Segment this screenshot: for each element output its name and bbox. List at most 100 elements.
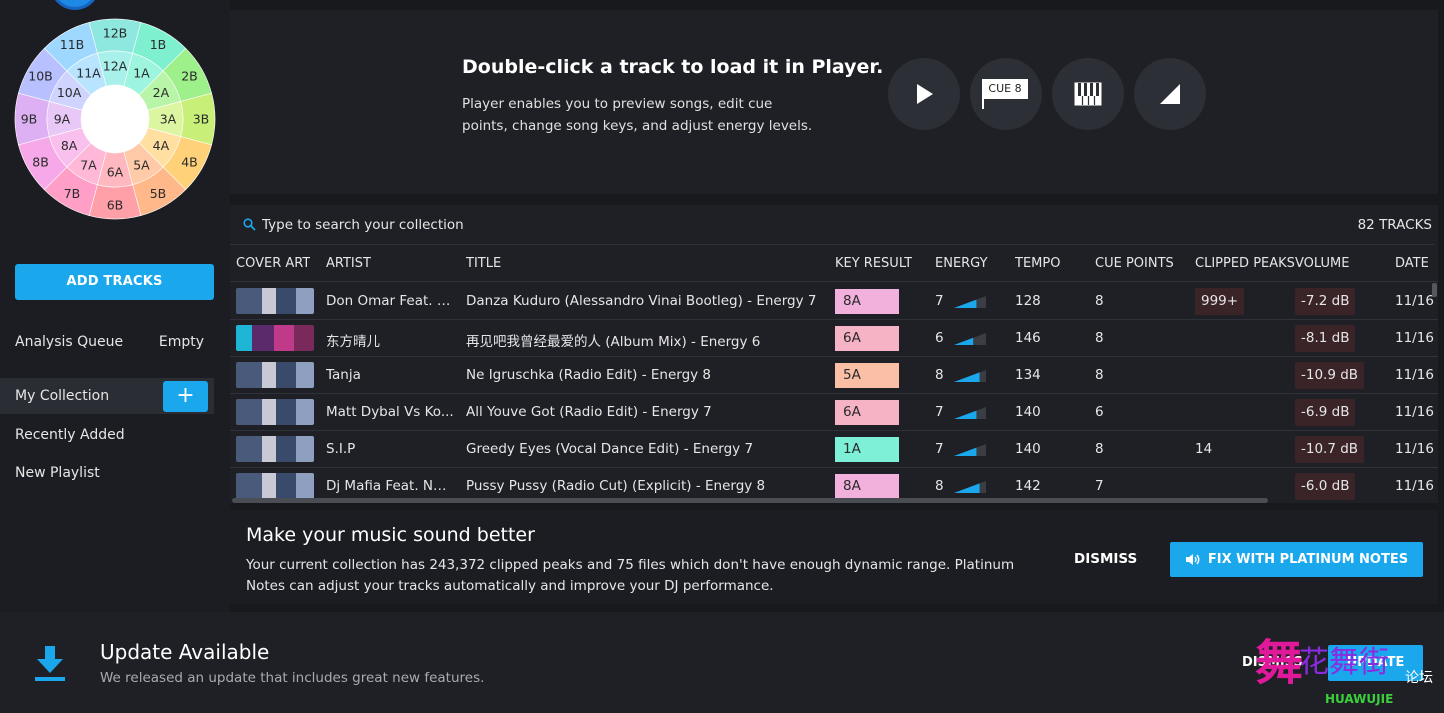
player-panel: Double-click a track to load it in Playe… (230, 10, 1438, 194)
camelot-key-10a[interactable]: 10A (57, 85, 82, 100)
cover-art (236, 436, 314, 462)
camelot-key-5a[interactable]: 5A (133, 157, 150, 172)
energy-value: 8 (935, 478, 944, 494)
energy-meter-icon (954, 296, 986, 308)
track-title: Pussy Pussy (Radio Cut) (Explicit) - Ene… (466, 478, 766, 494)
energy-meter-icon (954, 481, 986, 493)
vertical-scrollbar[interactable] (1432, 283, 1437, 297)
camelot-key-3b[interactable]: 3B (193, 112, 210, 127)
volume-value: -7.2 dB (1295, 288, 1356, 315)
camelot-key-5b[interactable]: 5B (150, 186, 167, 201)
sidebar-item-my-collection[interactable]: My Collection + (0, 378, 214, 414)
table-row[interactable]: Tanja Ne Igruschka (Radio Edit) - Energy… (230, 357, 1438, 394)
cue-points-value: 8 (1095, 441, 1104, 457)
fix-with-platinum-notes-button[interactable]: FIX WITH PLATINUM NOTES (1170, 542, 1423, 577)
cover-art (236, 473, 314, 499)
promo-dismiss-button[interactable]: DISMISS (1074, 551, 1137, 567)
track-title: Greedy Eyes (Vocal Dance Edit) - Energy … (466, 441, 754, 457)
camelot-key-1b[interactable]: 1B (150, 37, 167, 52)
column-header-energy[interactable]: ENERGY (935, 256, 988, 271)
add-playlist-button[interactable]: + (163, 381, 208, 412)
key-badge: 1A (835, 437, 899, 462)
column-header-artist[interactable]: ARTIST (326, 256, 371, 271)
camelot-key-8b[interactable]: 8B (32, 155, 49, 170)
camelot-key-4a[interactable]: 4A (153, 138, 170, 153)
volume-value: -8.1 dB (1295, 325, 1356, 352)
key-badge: 5A (835, 363, 899, 388)
camelot-key-11b[interactable]: 11B (60, 37, 84, 52)
column-header-cue-points[interactable]: CUE POINTS (1095, 256, 1174, 271)
table-row[interactable]: Don Omar Feat. L... Danza Kuduro (Alessa… (230, 283, 1438, 320)
camelot-key-9a[interactable]: 9A (54, 112, 71, 127)
energy-meter-icon (954, 444, 986, 456)
track-artist: Matt Dybal Vs Ko... (326, 404, 454, 420)
camelot-wheel-graphic[interactable]: 12B 12A 1B1A 2B 2A 3B 3A 4B 4A 5B5A 6B 6A 7B 7A 8B 8A 9B… (14, 18, 216, 220)
camelot-wheel[interactable]: 12B 12A 1B 1A 2B 2A 3B 3A 4B 4A 5B 5A 6B 6A 7B 7A 8B 8A 9B… (14, 18, 216, 220)
energy-value: 6 (935, 330, 944, 346)
column-header-cover-art[interactable]: COVER ART (236, 256, 310, 271)
date-value: 11/16 (1395, 441, 1434, 457)
camelot-key-1a[interactable]: 1A (133, 66, 150, 81)
key-button[interactable] (1052, 58, 1124, 130)
camelot-key-8a[interactable]: 8A (61, 138, 78, 153)
tempo-value: 140 (1015, 441, 1041, 457)
player-description: Player enables you to preview songs, edi… (462, 96, 813, 134)
track-title: 再见吧我曾经最爱的人 (Album Mix) - Energy 6 (466, 334, 761, 350)
camelot-key-12a[interactable]: 12A (103, 59, 128, 74)
key-badge: 8A (835, 289, 899, 314)
table-row[interactable]: 东方晴儿 再见吧我曾经最爱的人 (Album Mix) - Energy 6 6… (230, 320, 1438, 357)
column-header-tempo[interactable]: TEMPO (1015, 256, 1060, 271)
table-row[interactable]: S.I.P Greedy Eyes (Vocal Dance Edit) - E… (230, 431, 1438, 468)
search-bar: 82 TRACKS (230, 205, 1434, 245)
camelot-key-2b[interactable]: 2B (181, 69, 198, 84)
clipped-peaks-value: 14 (1195, 441, 1213, 457)
camelot-key-7b[interactable]: 7B (64, 186, 81, 201)
clipped-peaks-badge: 999+ (1195, 288, 1245, 315)
update-dismiss-button[interactable]: DISMISS (1242, 655, 1303, 670)
sidebar-item-recently-added[interactable]: Recently Added (0, 417, 214, 453)
sidebar-item-label: Recently Added (15, 427, 125, 443)
analysis-queue-row[interactable]: Analysis Queue Empty (0, 324, 214, 360)
volume-value: -6.0 dB (1295, 473, 1356, 500)
update-bar: Update Available We released an update t… (0, 612, 1444, 713)
camelot-key-2a[interactable]: 2A (153, 85, 170, 100)
track-artist: 东方晴儿 (326, 334, 380, 350)
play-button[interactable] (888, 58, 960, 130)
promo-body: Your current collection has 243,372 clip… (246, 557, 1015, 594)
cover-art (236, 288, 314, 314)
column-header-date[interactable]: DATE (1395, 256, 1429, 271)
camelot-key-10b[interactable]: 10B (28, 69, 52, 84)
sidebar-item-new-playlist[interactable]: New Playlist (0, 455, 214, 491)
tempo-value: 142 (1015, 478, 1041, 494)
camelot-key-6b[interactable]: 6B (107, 198, 124, 213)
energy-meter-icon (954, 370, 986, 382)
column-header-key-result[interactable]: KEY RESULT (835, 256, 912, 271)
camelot-key-6a[interactable]: 6A (107, 165, 124, 180)
svg-text:HUAWUJIE: HUAWUJIE (1325, 692, 1393, 706)
tempo-value: 128 (1015, 293, 1041, 309)
horizontal-scrollbar[interactable] (232, 498, 1268, 503)
analysis-queue-status: Empty (158, 334, 204, 350)
track-artist: Don Omar Feat. L... (326, 293, 454, 309)
column-header-title[interactable]: TITLE (466, 256, 501, 271)
camelot-key-3a[interactable]: 3A (160, 112, 177, 127)
column-header-volume[interactable]: VOLUME (1295, 256, 1349, 271)
speaker-icon (1185, 554, 1200, 565)
camelot-key-12b[interactable]: 12B (103, 26, 127, 41)
camelot-key-11a[interactable]: 11A (76, 66, 101, 81)
camelot-key-9b[interactable]: 9B (21, 112, 38, 127)
tempo-value: 146 (1015, 330, 1041, 346)
energy-value: 7 (935, 293, 944, 309)
update-button[interactable]: UPDATE (1328, 645, 1423, 681)
add-tracks-button[interactable]: ADD TRACKS (15, 264, 214, 300)
camelot-key-7a[interactable]: 7A (80, 157, 97, 172)
piano-keys-icon (1074, 82, 1102, 106)
cue-points-button[interactable]: CUE 8 (970, 58, 1042, 130)
platinum-notes-banner: Make your music sound better Your curren… (230, 510, 1438, 604)
table-row[interactable]: Matt Dybal Vs Ko... All Youve Got (Radio… (230, 394, 1438, 431)
cue-points-value: 6 (1095, 404, 1104, 420)
column-header-clipped-peaks[interactable]: CLIPPED PEAKS (1195, 256, 1295, 271)
search-input[interactable] (262, 215, 762, 235)
camelot-key-4b[interactable]: 4B (181, 155, 198, 170)
energy-button[interactable] (1134, 58, 1206, 130)
